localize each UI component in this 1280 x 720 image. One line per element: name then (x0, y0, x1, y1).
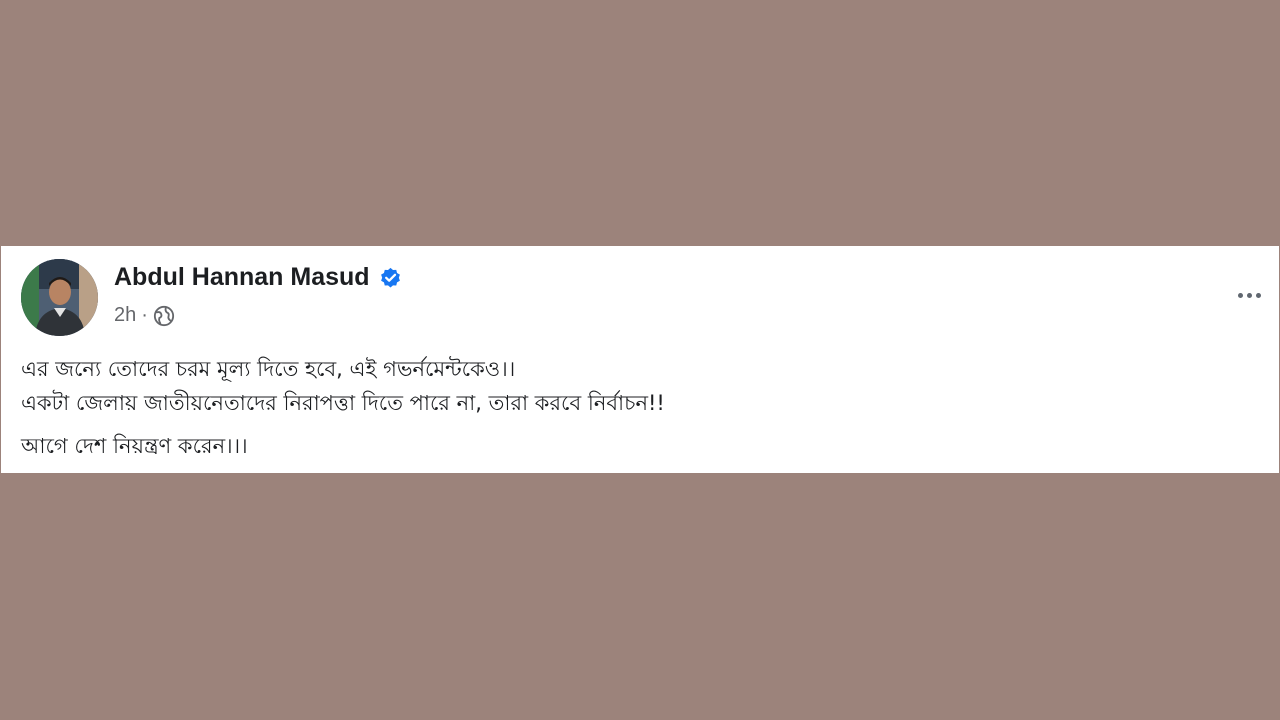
author-name[interactable]: Abdul Hannan Masud (114, 263, 402, 292)
post-meta: 2h · (114, 304, 175, 327)
post-text: এর জন্যে তোদের চরম মূল্য দিতে হবে, এই গভ… (21, 352, 1261, 463)
more-options-icon (1255, 292, 1261, 298)
post-timestamp[interactable]: 2h (114, 304, 136, 327)
verified-badge-icon (380, 267, 400, 288)
author-name-text[interactable]: Abdul Hannan Masud (114, 263, 370, 292)
post-text-line: এর জন্যে তোদের চরম মূল্য দিতে হবে, এই গভ… (21, 357, 516, 381)
post-text-line: একটা জেলায় জাতীয়নেতাদের নিরাপত্তা দিতে… (21, 391, 665, 415)
post-text-line: আগে দেশ নিয়ন্ত্রণ করেন।।। (21, 434, 248, 458)
globe-icon[interactable] (153, 305, 175, 327)
avatar[interactable] (21, 259, 98, 336)
more-options-icon (1246, 292, 1252, 298)
post-card: Abdul Hannan Masud 2h · এর জন্যে তোদের চ… (1, 246, 1279, 473)
avatar-image (21, 259, 98, 336)
more-options-button[interactable] (1229, 284, 1269, 306)
meta-separator: · (141, 304, 148, 326)
more-options-icon (1237, 292, 1243, 298)
